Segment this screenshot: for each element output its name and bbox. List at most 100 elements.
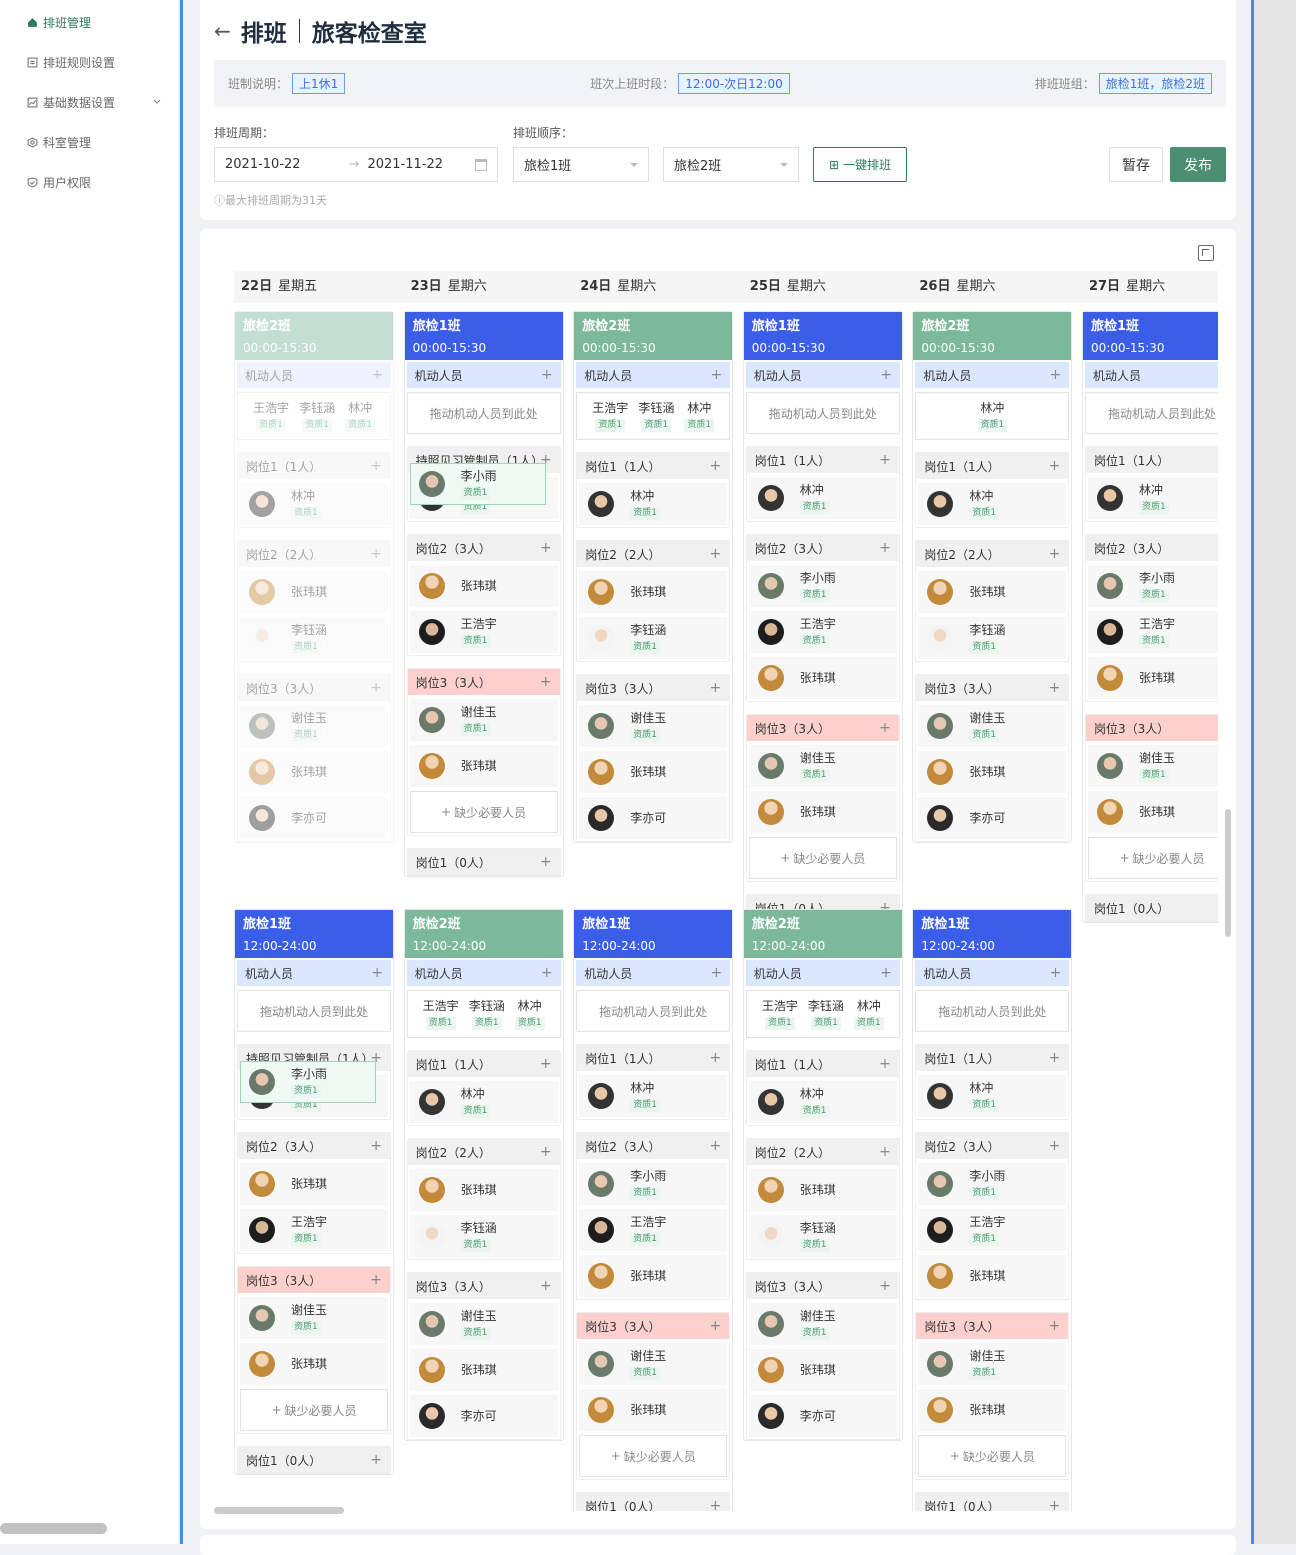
- mobile-person[interactable]: 李钰涵 资质1: [638, 400, 674, 432]
- fullscreen-icon[interactable]: [1198, 245, 1214, 261]
- staff-card[interactable]: 张玮琪: [240, 1343, 388, 1385]
- add-icon[interactable]: +: [540, 1056, 552, 1072]
- order-select-1[interactable]: 旅检1班: [513, 147, 649, 182]
- staff-card[interactable]: 林冲资质1: [748, 1081, 897, 1123]
- add-icon[interactable]: +: [1049, 546, 1061, 562]
- staff-card[interactable]: 张玮琪: [918, 571, 1067, 613]
- add-icon[interactable]: +: [370, 546, 382, 562]
- staff-card[interactable]: 李钰涵 资质1: [240, 617, 388, 659]
- staff-card[interactable]: 李亦可: [748, 1395, 897, 1437]
- staff-card[interactable]: 谢佳玉 资质1: [579, 705, 728, 747]
- mobile-person[interactable]: 王浩宇 资质1: [423, 998, 459, 1030]
- add-icon[interactable]: +: [880, 367, 892, 383]
- staff-card[interactable]: 林冲资质1: [918, 1075, 1067, 1117]
- add-icon[interactable]: +: [879, 1056, 891, 1072]
- add-icon[interactable]: +: [879, 1278, 891, 1294]
- add-icon[interactable]: +: [540, 1144, 552, 1160]
- staff-card[interactable]: 王浩宇 资质1: [409, 611, 558, 653]
- add-icon[interactable]: +: [879, 720, 891, 736]
- order-select-2[interactable]: 旅检2班: [663, 147, 799, 182]
- add-icon[interactable]: +: [710, 367, 722, 383]
- staff-card[interactable]: 王浩宇 资质1: [1088, 611, 1218, 653]
- staff-card[interactable]: 李钰涵 资质1: [918, 617, 1067, 659]
- staff-card[interactable]: 张玮琪: [748, 657, 897, 699]
- staff-card[interactable]: 林冲资质1: [240, 483, 388, 525]
- staff-card[interactable]: 林冲资质1: [918, 483, 1067, 525]
- shift-header[interactable]: 旅检1班 12:00-24:00: [913, 910, 1072, 958]
- staff-card[interactable]: 李亦可: [579, 797, 728, 839]
- missing-staff-slot[interactable]: + 缺少必要人员: [579, 1435, 728, 1477]
- mobile-person[interactable]: 林冲 资质1: [345, 400, 375, 432]
- mobile-person[interactable]: 林冲 资质1: [684, 400, 715, 432]
- mobile-person[interactable]: 林冲 资质1: [977, 400, 1008, 432]
- sidebar-item-permissions[interactable]: 用户权限: [0, 162, 179, 202]
- staff-card[interactable]: 谢佳玉 资质1: [1088, 745, 1218, 787]
- mobile-person[interactable]: 王浩宇 资质1: [762, 998, 798, 1030]
- back-arrow-icon[interactable]: ←: [214, 19, 231, 43]
- staff-card[interactable]: 张玮琪: [240, 571, 388, 613]
- shift-header[interactable]: 旅检2班 00:00-15:30: [913, 312, 1072, 360]
- sidebar-item-schedule[interactable]: 排班管理: [0, 2, 179, 42]
- add-icon[interactable]: +: [1049, 680, 1061, 696]
- staff-card[interactable]: 李钰涵 资质1: [579, 617, 728, 659]
- end-date[interactable]: 2021-11-22: [367, 157, 443, 172]
- shift-header[interactable]: 旅检2班 12:00-24:00: [404, 910, 563, 958]
- add-icon[interactable]: +: [709, 680, 721, 696]
- sidebar-item-basic-data[interactable]: 基础数据设置: [0, 82, 179, 122]
- staff-card[interactable]: 李亦可: [240, 797, 388, 839]
- shift-header[interactable]: 旅检1班 12:00-24:00: [235, 910, 393, 958]
- staff-card[interactable]: 李钰涵 资质1: [409, 1215, 558, 1257]
- auto-schedule-button[interactable]: ⊞ 一键排班: [813, 147, 907, 182]
- add-icon[interactable]: +: [880, 965, 892, 981]
- mobile-person[interactable]: 李钰涵 资质1: [299, 400, 335, 432]
- shift-header[interactable]: 旅检1班 12:00-24:00: [574, 910, 733, 958]
- staff-card[interactable]: 林冲资质1: [409, 1081, 558, 1123]
- staff-card[interactable]: 王浩宇 资质1: [748, 611, 897, 653]
- mobile-drop-zone[interactable]: 拖动机动人员到此处: [406, 392, 561, 434]
- staff-card[interactable]: 谢佳玉 资质1: [918, 705, 1067, 747]
- mobile-drop-zone[interactable]: 拖动机动人员到此处: [237, 990, 391, 1032]
- add-icon[interactable]: +: [540, 540, 552, 556]
- chevron-down-icon[interactable]: [153, 95, 161, 109]
- missing-staff-slot[interactable]: + 缺少必要人员: [748, 837, 897, 879]
- staff-card[interactable]: 张玮琪: [579, 751, 728, 793]
- staff-card[interactable]: 谢佳玉 资质1: [579, 1343, 728, 1385]
- add-icon[interactable]: +: [1049, 1498, 1061, 1511]
- add-icon[interactable]: +: [709, 1138, 721, 1154]
- add-icon[interactable]: +: [709, 546, 721, 562]
- add-icon[interactable]: +: [540, 854, 552, 870]
- staff-card[interactable]: 张玮琪: [1088, 657, 1218, 699]
- add-icon[interactable]: +: [879, 540, 891, 556]
- staff-card[interactable]: 张玮琪: [918, 1255, 1067, 1297]
- add-icon[interactable]: +: [709, 1498, 721, 1511]
- add-icon[interactable]: +: [1049, 1050, 1061, 1066]
- add-icon[interactable]: +: [1049, 1138, 1061, 1154]
- staff-card[interactable]: 林冲资质1: [579, 483, 728, 525]
- add-icon[interactable]: +: [371, 965, 383, 981]
- shift-header[interactable]: 旅检2班 00:00-15:30: [574, 312, 733, 360]
- staff-card[interactable]: 张玮琪: [240, 1163, 388, 1205]
- mobile-person[interactable]: 王浩宇 资质1: [253, 400, 289, 432]
- sidebar-item-rules[interactable]: 排班规则设置: [0, 42, 179, 82]
- staff-card[interactable]: 张玮琪: [748, 1169, 897, 1211]
- shift-header[interactable]: 旅检2班 12:00-24:00: [743, 910, 902, 958]
- add-icon[interactable]: +: [879, 1144, 891, 1160]
- staff-card[interactable]: 李亦可: [409, 1395, 558, 1437]
- add-icon[interactable]: +: [370, 1138, 382, 1154]
- missing-staff-slot[interactable]: + 缺少必要人员: [409, 791, 558, 833]
- horizontal-scrollbar[interactable]: [214, 1507, 344, 1514]
- mobile-drop-zone[interactable]: 拖动机动人员到此处: [745, 392, 900, 434]
- staff-card[interactable]: 张玮琪: [748, 791, 897, 833]
- add-icon[interactable]: +: [370, 1452, 382, 1468]
- add-icon[interactable]: +: [1049, 458, 1061, 474]
- staff-card[interactable]: 谢佳玉 资质1: [748, 1303, 897, 1345]
- missing-staff-slot[interactable]: + 缺少必要人员: [918, 1435, 1067, 1477]
- staff-card[interactable]: 谢佳玉 资质1: [409, 699, 558, 741]
- missing-staff-slot[interactable]: + 缺少必要人员: [1088, 837, 1218, 879]
- publish-button[interactable]: 发布: [1170, 147, 1226, 182]
- add-icon[interactable]: +: [709, 458, 721, 474]
- shift-header[interactable]: 旅检2班 00:00-15:30: [235, 312, 393, 360]
- add-icon[interactable]: +: [1049, 1318, 1061, 1334]
- staff-card[interactable]: 谢佳玉 资质1: [409, 1303, 558, 1345]
- staff-card[interactable]: 张玮琪: [409, 565, 558, 607]
